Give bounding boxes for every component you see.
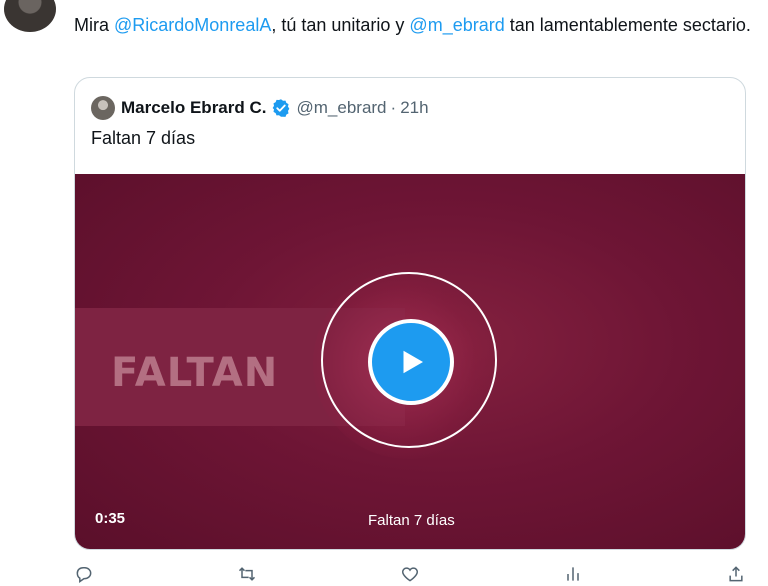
video-player[interactable]: FALTAN 0:35 Faltan 7 días (75, 174, 745, 549)
tweet-text-prefix: Mira (74, 15, 114, 35)
like-icon (401, 567, 419, 582)
verified-badge-icon (271, 98, 291, 118)
mention-m-ebrard[interactable]: @m_ebrard (409, 15, 504, 35)
quoted-tweet-header: Marcelo Ebrard C. @m_ebrard · 21h (91, 96, 429, 120)
header-separator: · (390, 98, 397, 117)
video-overlay-text: FALTAN (111, 350, 279, 396)
quoted-author-name[interactable]: Marcelo Ebrard C. (121, 98, 267, 118)
quoted-tweet-time[interactable]: 21h (400, 98, 428, 118)
views-button[interactable] (563, 562, 583, 586)
tweet-text: Mira @RicardoMonrealA, tú tan unitario y… (74, 12, 764, 38)
reply-icon (76, 567, 92, 583)
play-icon (403, 350, 423, 374)
reply-button[interactable] (74, 562, 94, 586)
tweet-text-middle: , tú tan unitario y (271, 15, 410, 35)
quoted-tweet-text: Faltan 7 días (91, 128, 196, 148)
retweet-button[interactable] (237, 562, 257, 586)
like-button[interactable] (400, 562, 420, 586)
tweet-action-bar (74, 562, 746, 586)
quoted-author-handle[interactable]: @m_ebrard (297, 98, 387, 118)
video-duration: 0:35 (95, 510, 126, 527)
video-caption: Faltan 7 días (368, 512, 455, 529)
quoted-tweet-card[interactable]: Marcelo Ebrard C. @m_ebrard · 21h Faltan… (74, 77, 746, 550)
author-avatar[interactable] (4, 0, 56, 32)
play-button[interactable] (368, 319, 454, 405)
retweet-icon (238, 567, 256, 581)
mention-ricardo-monreal[interactable]: @RicardoMonrealA (114, 15, 271, 35)
share-icon (729, 566, 743, 582)
views-icon (567, 567, 579, 581)
quoted-author-avatar[interactable] (91, 96, 115, 120)
tweet-text-suffix: tan lamentablemente sectario. (504, 15, 751, 35)
share-button[interactable] (726, 562, 746, 586)
